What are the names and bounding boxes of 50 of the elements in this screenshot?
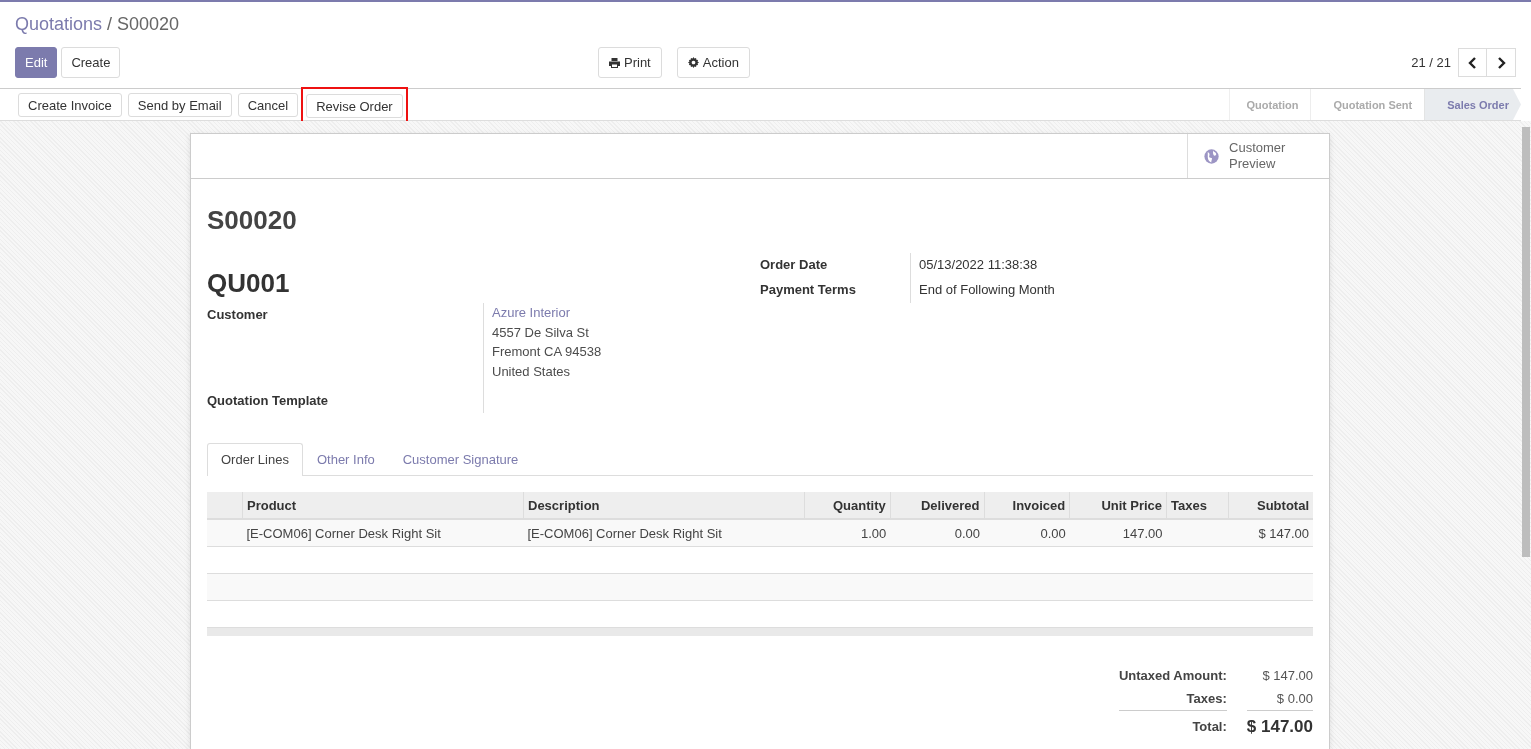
chevron-left-icon — [1467, 56, 1478, 69]
workflow-button[interactable]: Cancel — [237, 93, 299, 117]
total-value: $ 147.00 — [1246, 717, 1313, 736]
workflow-button[interactable]: Create Invoice — [18, 93, 122, 117]
field-label: Payment Terms — [760, 281, 857, 299]
column-header[interactable]: Description — [528, 497, 600, 513]
table-cell: [E-COM06] Corner Desk Right Sit — [527, 525, 722, 541]
quotation-reference: QU001 — [207, 267, 291, 300]
dropdown-menu-button[interactable]: Action — [676, 47, 750, 78]
workflow-button[interactable]: Send by Email — [127, 93, 232, 117]
total-label: Untaxed Amount: — [1118, 668, 1227, 683]
table-cell: $ 147.00 — [1258, 525, 1309, 541]
breadcrumb-current: / S00020 — [106, 14, 180, 34]
total-label: Total: — [1192, 719, 1227, 734]
order-number: S00020 — [207, 205, 298, 235]
toolbar-button[interactable]: Create — [61, 47, 121, 78]
printer-icon — [609, 57, 620, 68]
address-line: 4557 De Silva St — [492, 323, 590, 342]
chevron-right-icon — [1496, 56, 1506, 69]
field-label: Customer — [207, 306, 269, 324]
gear-icon — [687, 57, 699, 68]
total-label: Taxes: — [1186, 691, 1227, 706]
total-value: $ 0.00 — [1276, 691, 1313, 706]
notebook-tab[interactable]: Other Info — [302, 443, 389, 475]
table-cell: 0.00 — [954, 525, 981, 541]
customer-preview-button[interactable]: Customer Preview — [1187, 134, 1329, 178]
table-cell: [E-COM06] Corner Desk Right Sit — [246, 525, 441, 541]
previous-button[interactable] — [1458, 48, 1487, 77]
field-label: Order Date — [760, 256, 829, 274]
field-label: Quotation Template — [207, 392, 330, 410]
address-line: United States — [492, 362, 572, 381]
toolbar-button[interactable]: Edit — [15, 47, 58, 78]
pager-counter: 21 / 21 — [1411, 55, 1451, 70]
globe-icon — [1204, 146, 1220, 166]
scrollbar[interactable] — [1522, 127, 1530, 557]
breadcrumb-link[interactable]: Quotations — [15, 14, 103, 34]
print-button[interactable]: Print — [598, 47, 662, 78]
field-value: End of Following Month — [919, 282, 1055, 297]
notebook-tab[interactable]: Order Lines — [207, 443, 303, 476]
table-cell: 1.00 — [860, 525, 887, 541]
next-button[interactable] — [1487, 48, 1516, 77]
column-header[interactable]: Product — [247, 497, 297, 513]
customer-link[interactable]: Azure Interior — [492, 303, 760, 323]
table-cell: 147.00 — [1122, 525, 1163, 541]
address-line: Fremont CA 94538 — [492, 343, 603, 361]
table-cell: 0.00 — [1040, 525, 1066, 541]
notebook-tab[interactable]: Customer Signature — [388, 443, 533, 475]
workflow-button[interactable]: Revise Order — [306, 94, 403, 118]
field-value: 05/13/2022 11:38:38 — [919, 257, 1038, 272]
total-value: $ 147.00 — [1262, 668, 1313, 683]
